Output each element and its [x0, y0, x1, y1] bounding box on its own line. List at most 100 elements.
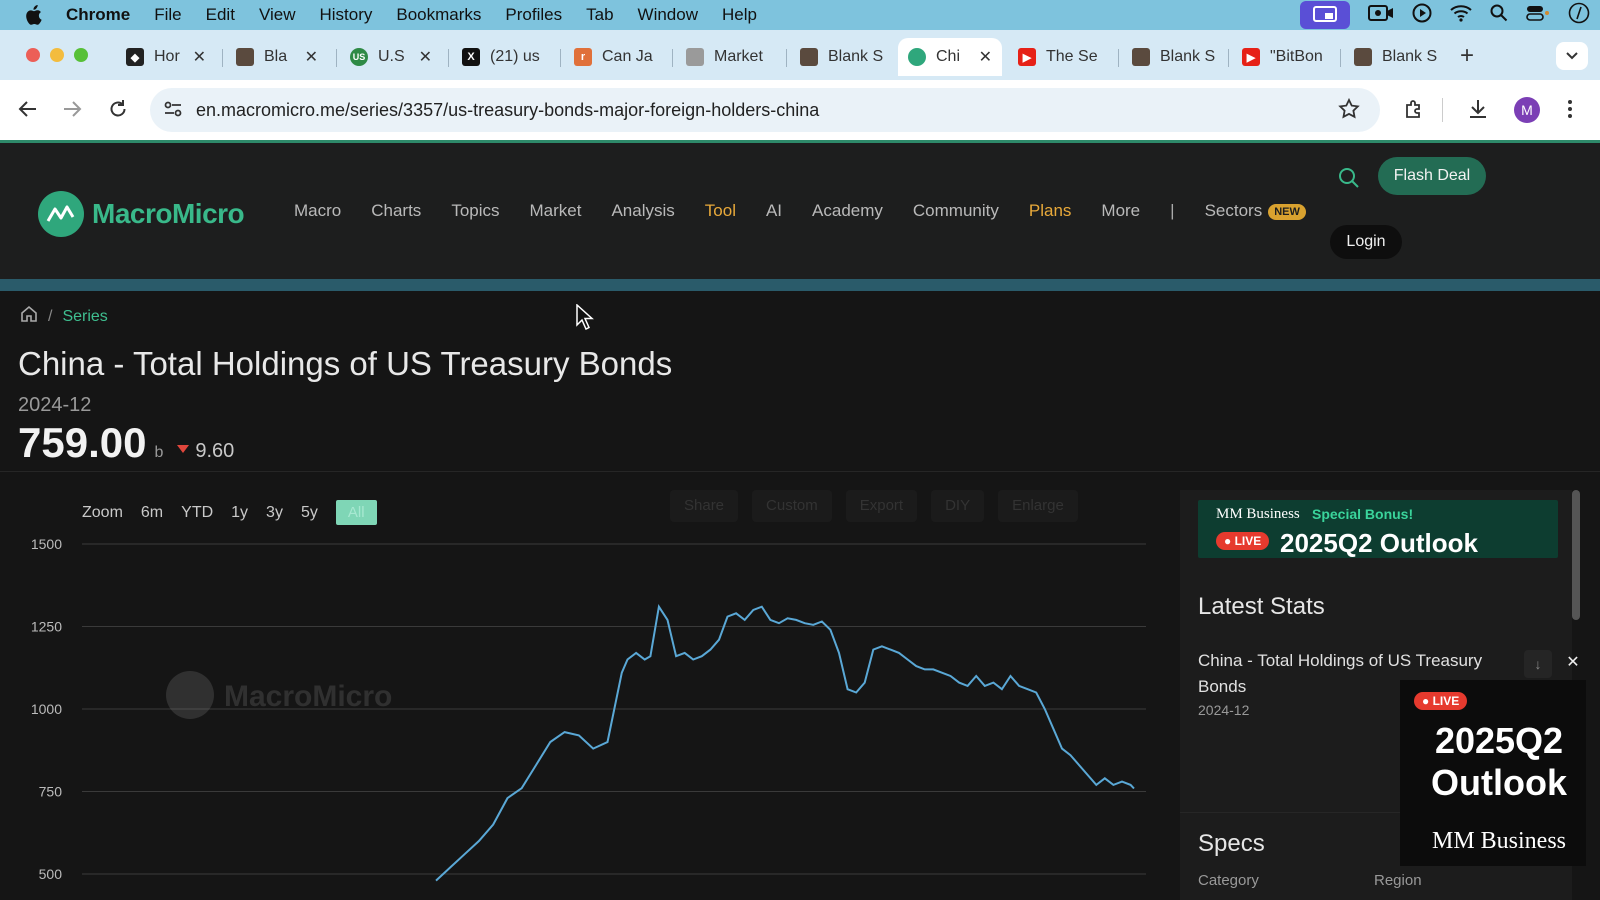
nav-macro[interactable]: Macro — [294, 201, 341, 221]
tab-title: Chi — [936, 48, 961, 65]
close-tab-icon[interactable]: ✕ — [419, 47, 432, 67]
browser-tab[interactable]: Blank S — [1344, 38, 1444, 76]
home-icon[interactable] — [20, 305, 38, 328]
browser-tab[interactable]: US U.S ✕ — [340, 38, 442, 76]
export-button[interactable]: Export — [845, 490, 918, 522]
screen-share-icon[interactable] — [1300, 1, 1350, 29]
floating-ad[interactable]: ● LIVE 2025Q2 Outlook MM Business — [1400, 680, 1586, 866]
menu-help[interactable]: Help — [722, 5, 757, 25]
bookmark-star-icon[interactable] — [1338, 97, 1360, 125]
browser-tab[interactable]: Market — [676, 38, 784, 76]
zoom-3y-button[interactable]: 3y — [266, 504, 283, 522]
nav-topics[interactable]: Topics — [451, 201, 499, 221]
close-window-button[interactable] — [26, 48, 40, 62]
site-header: MacroMicro Macro Charts Topics Market An… — [0, 143, 1600, 279]
nav-charts[interactable]: Charts — [371, 201, 421, 221]
nav-sectors[interactable]: Sectors NEW — [1205, 201, 1306, 221]
forward-arrow-icon[interactable] — [60, 97, 84, 121]
value-change: 9.60 — [195, 440, 235, 462]
youtube-favicon-icon: ▶ — [1018, 48, 1036, 66]
sidebar-scrollbar[interactable] — [1572, 490, 1580, 620]
menu-window[interactable]: Window — [638, 5, 698, 25]
spec-region-label: Region — [1374, 872, 1422, 889]
browser-tab[interactable]: Blank S — [790, 38, 894, 76]
flash-deal-button[interactable]: Flash Deal — [1378, 157, 1486, 195]
stat-date: 2024-12 — [1198, 702, 1250, 718]
apple-menu-icon[interactable] — [24, 5, 48, 25]
nav-community[interactable]: Community — [913, 201, 999, 221]
site-info-icon[interactable] — [162, 98, 186, 122]
minimize-window-button[interactable] — [50, 48, 64, 62]
download-icon[interactable] — [1466, 97, 1490, 121]
tab-title: "BitBon — [1270, 48, 1323, 65]
share-button[interactable]: Share — [670, 490, 739, 522]
close-tab-icon[interactable]: ✕ — [305, 47, 318, 67]
enlarge-button[interactable]: Enlarge — [998, 490, 1078, 522]
nav-tool[interactable]: Tool — [705, 201, 736, 221]
browser-tab[interactable]: Blank S — [1122, 38, 1222, 76]
address-bar[interactable]: en.macromicro.me/series/3357/us-treasury… — [150, 88, 1380, 132]
control-center-icon[interactable] — [1526, 4, 1550, 27]
nav-analysis[interactable]: Analysis — [611, 201, 674, 221]
close-tab-icon[interactable]: ✕ — [193, 47, 206, 67]
series-line[interactable] — [435, 604, 1135, 882]
document-favicon-icon — [800, 48, 818, 66]
line-chart[interactable]: 500 750 1000 1250 1500 MacroMicro — [18, 530, 1158, 900]
extensions-puzzle-icon[interactable] — [1402, 97, 1426, 121]
reload-icon[interactable] — [106, 97, 130, 121]
diy-button[interactable]: DIY — [931, 490, 985, 522]
chart-container: Zoom 6m YTD 1y 3y 5y All Share Custom Ex… — [18, 490, 1158, 900]
new-tab-plus-icon[interactable]: + — [1460, 42, 1474, 70]
breadcrumb-series-link[interactable]: Series — [62, 308, 107, 326]
chrome-menu-kebab-icon[interactable] — [1558, 97, 1582, 121]
macromicro-logo[interactable]: MacroMicro — [38, 191, 245, 237]
url-text[interactable]: en.macromicro.me/series/3357/us-treasury… — [196, 100, 819, 121]
wifi-icon[interactable] — [1450, 4, 1472, 27]
login-button[interactable]: Login — [1330, 225, 1402, 259]
nav-more[interactable]: More — [1101, 201, 1140, 221]
site-search-icon[interactable] — [1338, 167, 1360, 194]
zoom-all-button[interactable]: All — [335, 500, 377, 525]
nav-academy[interactable]: Academy — [812, 201, 883, 221]
maximize-window-button[interactable] — [74, 48, 88, 62]
banner-brand: MM Business — [1216, 506, 1300, 522]
browser-tab[interactable]: ▶ The Se — [1008, 38, 1116, 76]
zoom-ytd-button[interactable]: YTD — [181, 504, 213, 522]
browser-tab[interactable]: ▶ "BitBon — [1232, 38, 1336, 76]
y-tick-label: 1000 — [31, 701, 62, 717]
menu-profiles[interactable]: Profiles — [505, 5, 562, 25]
browser-tab[interactable]: X (21) us — [452, 38, 560, 76]
clock-icon[interactable] — [1568, 2, 1590, 29]
nav-plans[interactable]: Plans — [1029, 201, 1072, 221]
spotlight-search-icon[interactable] — [1490, 4, 1508, 27]
menu-history[interactable]: History — [319, 5, 372, 25]
browser-tab-active[interactable]: Chi ✕ — [898, 38, 1002, 76]
back-arrow-icon[interactable] — [16, 97, 40, 121]
menu-tab[interactable]: Tab — [586, 5, 613, 25]
promo-banner[interactable]: MM Business Special Bonus! ● LIVE 2025Q2… — [1198, 500, 1558, 558]
menu-bookmarks[interactable]: Bookmarks — [396, 5, 481, 25]
close-tab-icon[interactable]: ✕ — [979, 47, 992, 67]
menu-edit[interactable]: Edit — [206, 5, 235, 25]
profile-avatar[interactable]: M — [1514, 97, 1540, 123]
menu-app-name[interactable]: Chrome — [66, 5, 130, 25]
nav-ai[interactable]: AI — [766, 201, 782, 221]
zoom-6m-button[interactable]: 6m — [141, 504, 163, 522]
tab-search-chevron-icon[interactable] — [1556, 42, 1588, 70]
browser-tab[interactable]: Bla ✕ — [226, 38, 328, 76]
browser-tab[interactable]: ◆ Hor ✕ — [116, 38, 216, 76]
menu-view[interactable]: View — [259, 5, 296, 25]
tab-title: Can Ja — [602, 48, 653, 65]
zoom-1y-button[interactable]: 1y — [231, 504, 248, 522]
nav-market[interactable]: Market — [530, 201, 582, 221]
custom-button[interactable]: Custom — [752, 490, 832, 522]
zoom-5y-button[interactable]: 5y — [301, 504, 318, 522]
camera-icon[interactable] — [1368, 4, 1394, 27]
nav-sectors-label: Sectors — [1204, 201, 1263, 220]
menu-file[interactable]: File — [154, 5, 181, 25]
close-ad-icon[interactable]: ✕ — [1562, 652, 1584, 674]
play-icon[interactable] — [1412, 3, 1432, 28]
browser-tab[interactable]: r Can Ja — [564, 38, 672, 76]
shield-favicon-icon: ◆ — [126, 48, 144, 66]
stat-download-icon[interactable]: ↓ — [1524, 650, 1552, 678]
